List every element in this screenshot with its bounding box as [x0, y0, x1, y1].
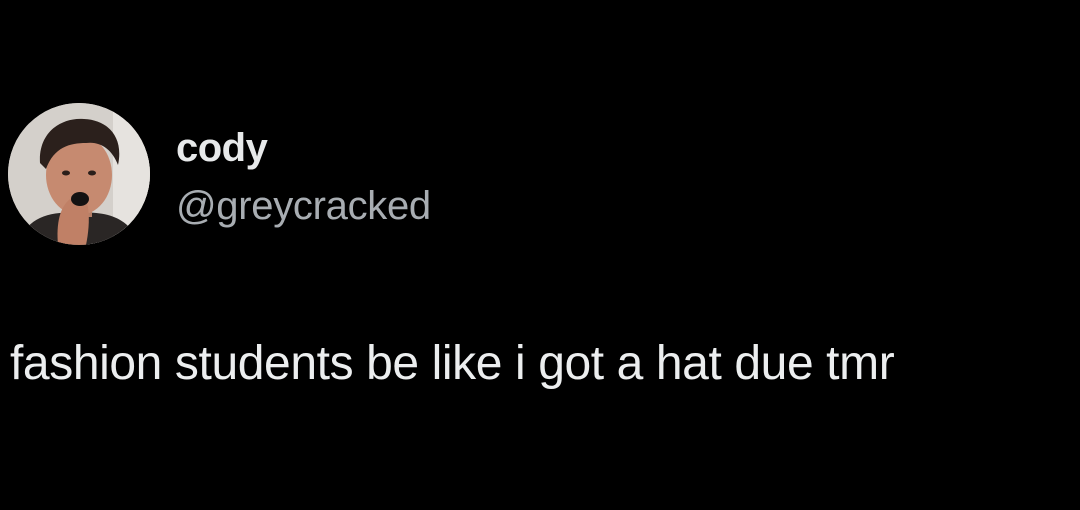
tweet-card: cody @greycracked fashion students be li…: [0, 0, 1080, 510]
profile-photo-avatar: [8, 103, 150, 245]
avatar[interactable]: [8, 103, 150, 245]
author-handle[interactable]: @greycracked: [176, 182, 431, 230]
tweet-text: fashion students be like i got a hat due…: [10, 337, 895, 390]
author-display-name[interactable]: cody: [176, 124, 268, 172]
